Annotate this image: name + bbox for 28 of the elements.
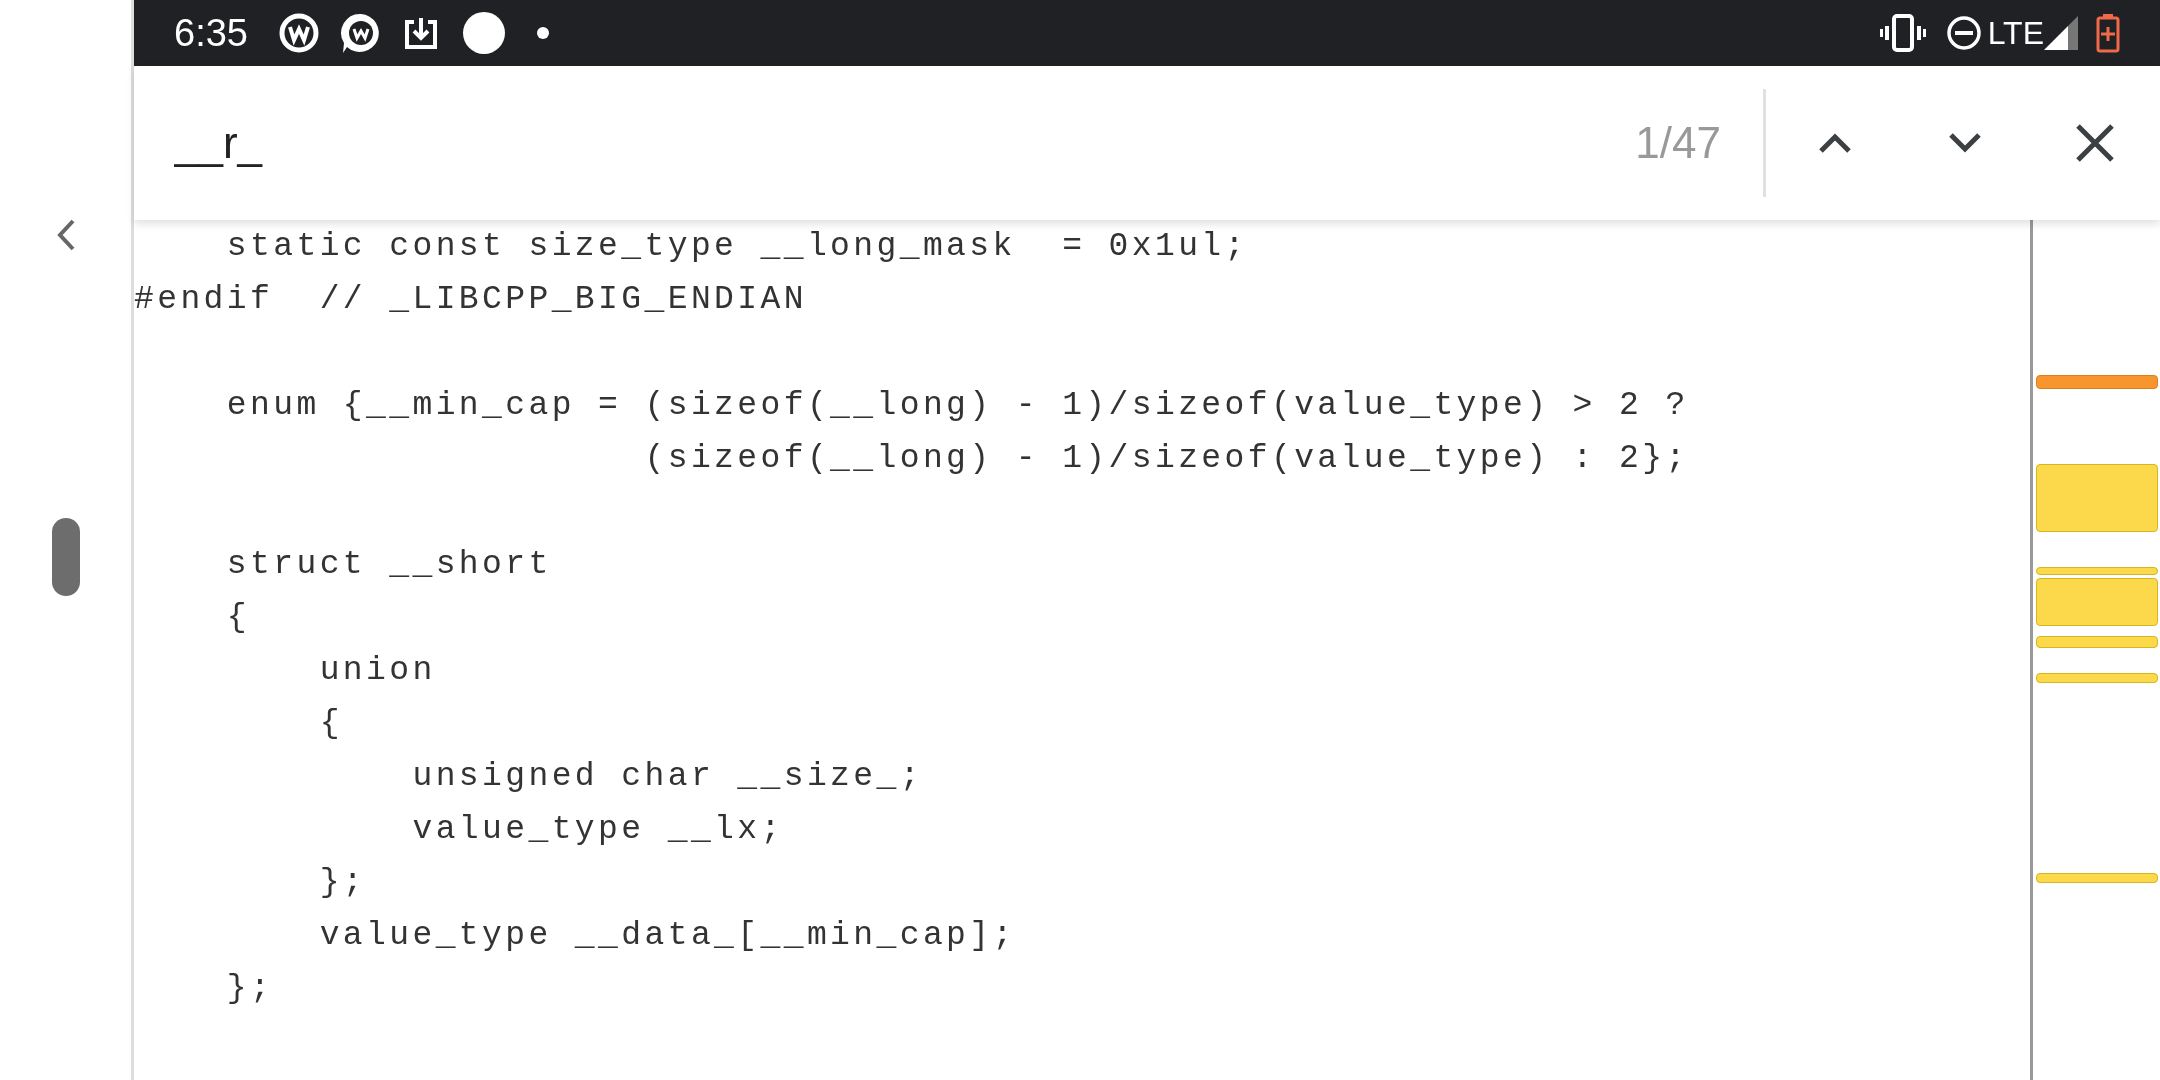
battery-icon [2096, 13, 2120, 53]
scroll-handle[interactable] [51, 518, 80, 596]
chevron-down-icon [1948, 132, 1982, 154]
chevron-up-icon [1818, 132, 1852, 154]
vibrate-icon [1879, 14, 1926, 52]
code-line: (sizeof(__long) - 1)/sizeof(value_type) : 2}; [643, 439, 1690, 479]
circle-icon [461, 11, 506, 55]
find-field[interactable]: __r_ [134, 109, 1434, 177]
workplace-icon [277, 12, 320, 54]
code-line: struct __short [225, 545, 553, 585]
code-line: value_type __lx; [411, 810, 785, 850]
code-line: { [225, 598, 252, 638]
code-line: value_type __data_[__min_cap]; [318, 916, 1017, 956]
code-line: enum {__min_cap = (sizeof(__long) - 1)/sizeof(value_type) > 2 ? [225, 386, 1690, 426]
status-time: 6:35 [174, 10, 248, 56]
code-line: #endif // _LIBCPP_BIG_ENDIAN [134, 280, 808, 320]
signal-icon [2044, 16, 2078, 50]
close-icon [2075, 123, 2115, 163]
code-line: unsigned char __size_; [411, 757, 924, 797]
dot-icon [535, 26, 550, 40]
code-line: }; [225, 969, 275, 1009]
code-line: union [318, 651, 437, 691]
network-type: LTE [1987, 14, 2044, 53]
code-line: { [318, 704, 344, 744]
do-not-disturb-icon [1945, 15, 1982, 51]
code-line: }; [318, 863, 368, 903]
match-count: 1/47 [1635, 117, 1721, 169]
code-line: static const size_type __long_mask = 0x1ul; [225, 227, 1249, 267]
